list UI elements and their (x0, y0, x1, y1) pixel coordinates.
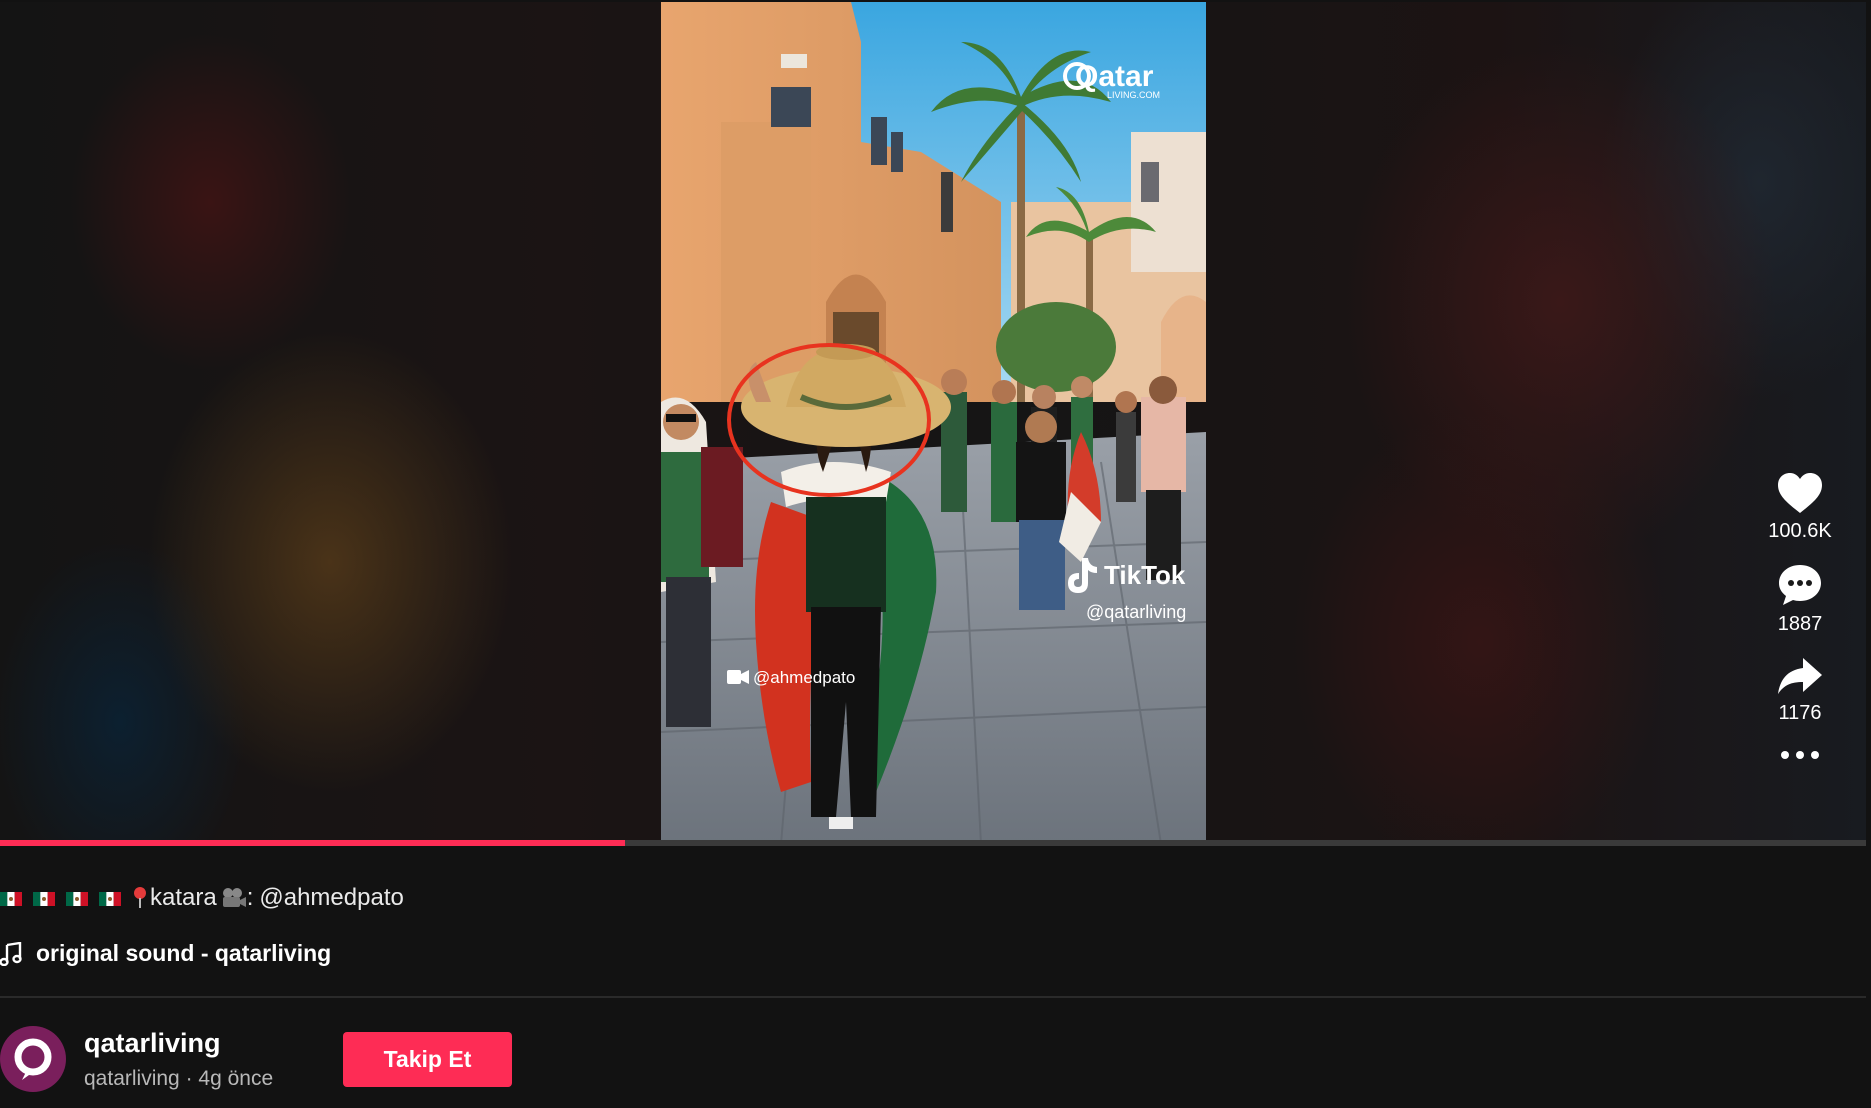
flag-row (0, 884, 132, 912)
comment-icon (1779, 565, 1821, 605)
share-count: 1176 (1778, 702, 1822, 724)
caption-separator: : (246, 884, 254, 911)
progress-bar[interactable] (0, 840, 1866, 846)
comment-count: 1887 (1777, 613, 1823, 635)
caption-place: katara (150, 884, 217, 911)
mexico-flag-icon (0, 891, 22, 906)
video-caption: katara : @ahmedpato (0, 884, 404, 912)
author-separator: · (179, 1066, 199, 1090)
author-info: qatarliving qatarliving · 4g önce (0, 1026, 273, 1092)
sound-label: original sound - qatarliving (36, 940, 332, 966)
qatar-living-logo-icon (14, 1038, 52, 1080)
caption-mention-link[interactable]: @ahmedpato (259, 884, 403, 912)
video-actions: 100.6K 1887 1176 (1760, 472, 1840, 759)
follow-button[interactable]: Takip Et (343, 1032, 512, 1087)
camera-credit: @ahmedpato (753, 668, 855, 687)
video-player[interactable]: Qatar LIVING.COM TikTok @qatarliving @ah… (0, 2, 1866, 844)
divider (0, 996, 1866, 998)
sound-link[interactable]: original sound - qatarliving (0, 940, 331, 967)
share-icon (1778, 658, 1822, 694)
heart-icon (1777, 473, 1822, 513)
like-count: 100.6K (1768, 520, 1832, 542)
video-frame[interactable]: Qatar LIVING.COM TikTok @qatarliving @ah… (661, 2, 1206, 844)
share-button[interactable]: 1176 (1777, 656, 1823, 725)
mexico-flag-icon (66, 891, 88, 906)
author-subline: qatarliving · 4g önce (84, 1067, 273, 1091)
round-pushpin-icon (134, 887, 146, 908)
tiktok-logo-text: TikTok (1104, 560, 1186, 590)
movie-camera-icon (222, 888, 246, 907)
mexico-flag-icon (33, 891, 55, 906)
more-options-icon[interactable] (1781, 751, 1819, 759)
avatar[interactable] (0, 1026, 66, 1092)
mexico-flag-icon (99, 891, 121, 906)
comment-button[interactable]: 1887 (1777, 563, 1823, 636)
author-handle: qatarliving (84, 1066, 180, 1090)
author-username[interactable]: qatarliving (84, 1028, 273, 1059)
watermark-brand: Qatar (1075, 60, 1154, 93)
tiktok-handle: @qatarliving (1086, 602, 1186, 622)
watermark-brand-sub: LIVING.COM (1107, 90, 1160, 100)
like-button[interactable]: 100.6K (1768, 472, 1832, 543)
progress-fill (0, 840, 626, 846)
music-note-icon (0, 941, 22, 966)
post-time: 4g önce (198, 1066, 274, 1090)
